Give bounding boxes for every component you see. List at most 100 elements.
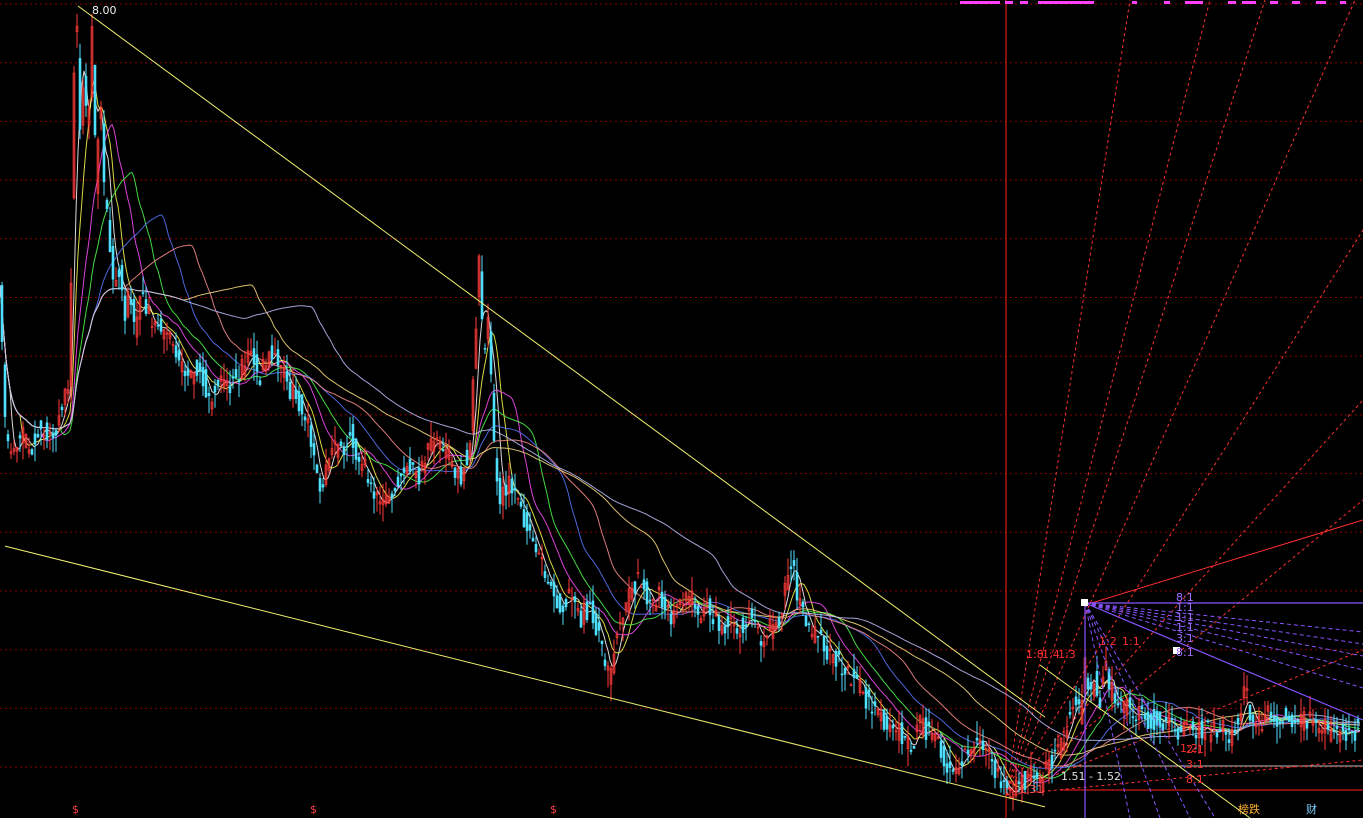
candle-body	[198, 362, 202, 372]
candle-body	[417, 467, 421, 485]
candle-body	[864, 687, 868, 709]
candle-body	[1194, 734, 1198, 739]
fan-ratio-label: 1:1	[1122, 635, 1140, 648]
candle-body	[834, 650, 838, 667]
candle-body	[816, 635, 820, 638]
candle-body	[840, 673, 844, 676]
candle-body	[1272, 716, 1276, 722]
candle-body	[1053, 749, 1057, 752]
candle-body	[51, 432, 55, 439]
candle-body	[1269, 711, 1273, 719]
candle-body	[312, 443, 316, 456]
candle-body	[522, 509, 526, 528]
candle-body	[528, 524, 532, 531]
candle-body	[54, 430, 58, 436]
toolbar-mark	[1340, 1, 1346, 4]
candle-body	[1068, 711, 1072, 715]
candle-body	[777, 617, 781, 626]
candle-body	[735, 628, 739, 634]
candle-body	[510, 478, 514, 494]
candle-body	[981, 740, 985, 750]
candle-body	[804, 615, 808, 627]
candle-body	[303, 416, 307, 421]
candle-body	[594, 613, 598, 636]
candle-body	[1134, 719, 1138, 722]
fan-ratio-label: 3:1	[1186, 758, 1204, 771]
candle-body	[1200, 720, 1204, 739]
candle-body	[1002, 780, 1006, 783]
candle-body	[129, 299, 133, 305]
candle-body	[1296, 719, 1300, 723]
candle-body	[1353, 731, 1357, 741]
stock-chart[interactable]: 8.00 1.31 1.51 - 1.52 $ $ $ 榜跌 财 1:81:41…	[0, 0, 1363, 818]
candle-body	[924, 717, 928, 740]
candle-body	[399, 472, 403, 477]
candle-body	[927, 721, 931, 726]
bottom-tag-finance[interactable]: 财	[1306, 802, 1317, 816]
candle-body	[123, 295, 127, 321]
toolbar-mark	[1316, 1, 1326, 4]
candle-body	[33, 433, 37, 445]
candle-body	[1344, 729, 1348, 741]
candle-body	[39, 420, 43, 429]
candle-body	[270, 345, 274, 360]
candle-body	[531, 537, 535, 542]
candle-body	[144, 299, 148, 314]
toolbar-mark	[1164, 1, 1170, 4]
candle-body	[141, 292, 145, 294]
candle-body	[159, 318, 163, 332]
candle-body	[525, 512, 529, 532]
candle-body	[873, 701, 877, 707]
toolbar-mark	[1292, 1, 1300, 4]
candle-body	[645, 581, 649, 605]
candle-body	[18, 435, 22, 439]
candle-body	[174, 345, 178, 358]
candle-body	[855, 674, 859, 680]
candle-body	[825, 645, 829, 660]
candle-body	[396, 476, 400, 487]
gann-anchor-handle	[1081, 599, 1088, 606]
candle-body	[999, 781, 1003, 788]
candle-body	[156, 324, 160, 327]
candle-body	[945, 763, 949, 773]
candle-body	[1341, 724, 1345, 732]
candle-body	[867, 689, 871, 697]
toolbar-mark	[1005, 1, 1013, 4]
candle-body	[1089, 682, 1093, 690]
candle-body	[288, 381, 292, 400]
toolbar-mark	[1038, 1, 1094, 4]
candle-body	[495, 458, 499, 482]
candle-body	[579, 610, 583, 628]
candle-body	[309, 425, 313, 447]
candle-body	[993, 760, 997, 779]
bottom-tag-fall[interactable]: 榜跌	[1238, 802, 1260, 816]
candle-body	[1146, 711, 1150, 730]
candle-body	[78, 58, 82, 130]
candle-body	[108, 220, 112, 253]
candle-body	[6, 434, 10, 442]
candle-body	[1005, 780, 1009, 789]
candle-body	[1332, 729, 1336, 733]
candle-body	[45, 422, 49, 440]
toolbar-mark	[1020, 1, 1028, 4]
candle-body	[498, 477, 502, 505]
candle-body	[1050, 754, 1054, 768]
candle-body	[366, 478, 370, 483]
fan-ratio-label: 1:2	[1099, 635, 1117, 648]
candle-body	[342, 446, 346, 456]
bottom-marker-1: $	[72, 803, 79, 816]
candle-body	[1152, 708, 1156, 730]
range-label: 1.51 - 1.52	[1061, 770, 1121, 783]
candle-body	[207, 393, 211, 396]
candle-body	[1176, 727, 1180, 740]
candle-body	[351, 423, 355, 448]
candle-body	[1227, 739, 1231, 743]
candle-body	[315, 464, 319, 474]
candle-body	[111, 246, 115, 280]
candle-body	[939, 740, 943, 758]
candle-body	[60, 406, 64, 411]
candle-body	[132, 298, 136, 322]
candle-body	[975, 737, 979, 741]
candle-body	[453, 467, 457, 478]
candle-body	[1116, 703, 1120, 706]
